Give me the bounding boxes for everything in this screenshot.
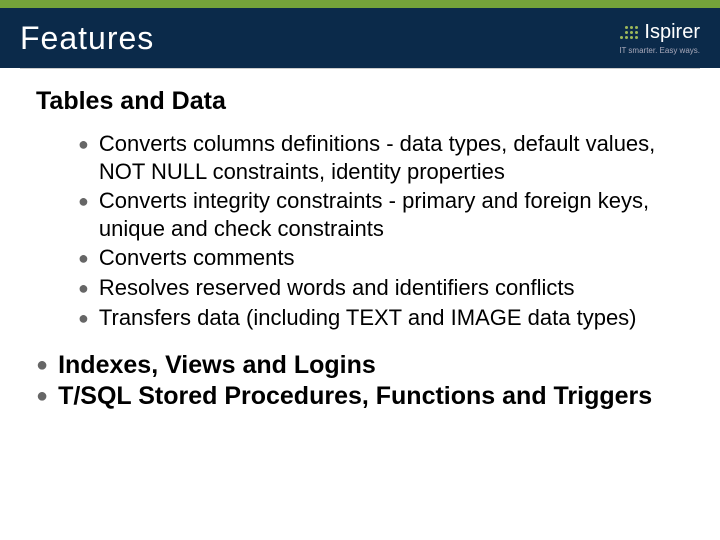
list-item: ●Converts columns definitions - data typ… [78,130,684,185]
list-item: ●Indexes, Views and Logins [36,350,684,381]
logo-text: Ispirer [644,21,700,44]
accent-bar [0,0,720,8]
bullet-icon: ● [78,304,89,332]
bullet-icon: ● [78,244,89,272]
list-item: ●T/SQL Stored Procedures, Functions and … [36,381,684,412]
bullet-icon: ● [78,187,89,242]
logo-dots-icon [620,26,638,39]
list-item: ●Converts integrity constraints - primar… [78,187,684,242]
list-item: ●Converts comments [78,244,684,272]
bullet-icon: ● [78,130,89,185]
logo-tagline: IT smarter. Easy ways. [619,46,700,55]
slide-body: Tables and Data ●Converts columns defini… [0,69,720,413]
list-item: ●Resolves reserved words and identifiers… [78,274,684,302]
bullet-icon: ● [78,274,89,302]
slide-title: Features [20,20,154,57]
slide-header: Features Ispirer IT smarter. Easy ways. [0,8,720,68]
list-item: ●Transfers data (including TEXT and IMAG… [78,304,684,332]
bullet-icon: ● [36,381,48,412]
brand-logo: Ispirer IT smarter. Easy ways. [619,21,700,55]
feature-mainlist: ●Indexes, Views and Logins ●T/SQL Stored… [36,350,684,413]
bullet-icon: ● [36,350,48,381]
section-heading: Tables and Data [36,87,684,116]
feature-sublist: ●Converts columns definitions - data typ… [78,130,684,332]
